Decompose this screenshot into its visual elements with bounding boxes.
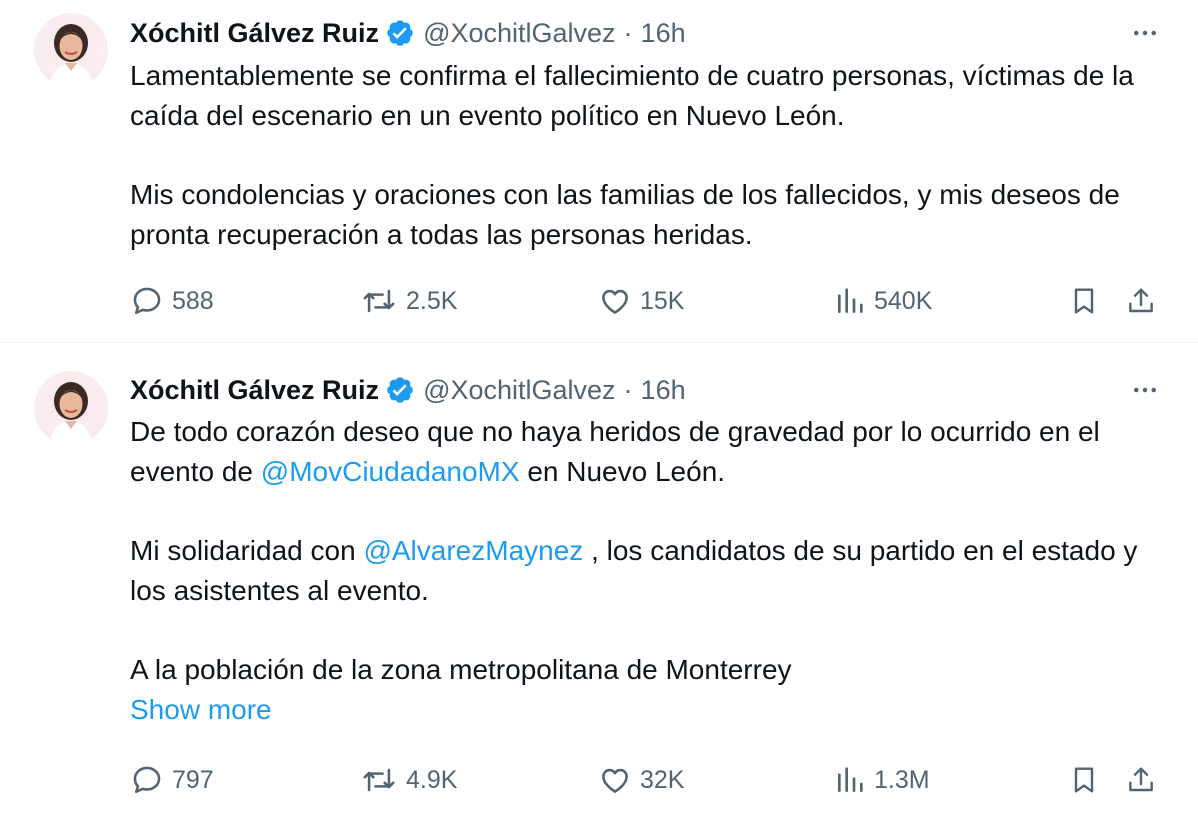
author-name[interactable]: Xóchitl Gálvez Ruiz	[130, 18, 379, 49]
tweet-timestamp[interactable]: 16h	[641, 375, 686, 406]
heart-icon	[598, 763, 632, 797]
views-button[interactable]: 1.3M	[834, 758, 930, 802]
tweet[interactable]: Xóchitl Gálvez Ruiz @XochitlGalvez · 16h…	[0, 0, 1198, 343]
like-button[interactable]: 15K	[598, 279, 684, 323]
tweet-header: Xóchitl Gálvez Ruiz @XochitlGalvez · 16h	[130, 13, 1198, 53]
mention-link[interactable]: @AlvarezMaynez	[363, 535, 583, 566]
tweet-text: Lamentablemente se confirma el fallecimi…	[130, 56, 1170, 255]
verified-badge-icon[interactable]	[385, 18, 415, 48]
bookmark-button[interactable]	[1068, 279, 1100, 323]
views-button[interactable]: 540K	[834, 279, 932, 323]
tweet-text: De todo corazón deseo que no haya herido…	[130, 412, 1170, 730]
show-more-link[interactable]: Show more	[130, 690, 1170, 730]
more-horizontal-icon[interactable]	[1128, 16, 1162, 50]
tweet-paragraph: Mis condolencias y oraciones con las fam…	[130, 179, 1120, 250]
tweet-actions: 797 4.9K 32K 1.3M	[130, 758, 1164, 802]
tweet-actions: 588 2.5K 15K 540K	[130, 279, 1164, 323]
author-name[interactable]: Xóchitl Gálvez Ruiz	[130, 375, 379, 406]
text-segment: en Nuevo León.	[519, 456, 726, 487]
reply-icon	[130, 284, 164, 318]
verified-badge-icon[interactable]	[385, 375, 415, 405]
author-handle[interactable]: @XochitlGalvez	[423, 18, 615, 49]
tweet-paragraph: Mi solidaridad con @AlvarezMaynez , los …	[130, 531, 1170, 611]
tweet[interactable]: Xóchitl Gálvez Ruiz @XochitlGalvez · 16h…	[0, 343, 1198, 822]
bookmark-icon	[1068, 284, 1100, 318]
author-avatar[interactable]	[34, 13, 108, 87]
repost-icon	[360, 284, 398, 318]
separator-dot: ·	[623, 374, 633, 405]
author-avatar[interactable]	[34, 371, 108, 445]
tweet-timestamp[interactable]: 16h	[641, 18, 686, 49]
share-button[interactable]	[1125, 279, 1157, 323]
mention-link[interactable]: @MovCiudadanoMX	[261, 456, 520, 487]
reply-button[interactable]: 588	[130, 279, 214, 323]
bookmark-icon	[1068, 763, 1100, 797]
text-segment: Mi solidaridad con	[130, 535, 364, 566]
share-button[interactable]	[1125, 758, 1157, 802]
tweet-paragraph: Lamentablemente se confirma el fallecimi…	[130, 60, 1134, 131]
repost-icon	[360, 763, 398, 797]
repost-count: 2.5K	[406, 286, 458, 315]
repost-button[interactable]: 2.5K	[360, 279, 457, 323]
bar-chart-icon	[834, 763, 866, 797]
reply-icon	[130, 763, 164, 797]
tweet-header: Xóchitl Gálvez Ruiz @XochitlGalvez · 16h	[130, 370, 1198, 410]
tweet-paragraph: A la población de la zona metropolitana …	[130, 650, 1170, 730]
bar-chart-icon	[834, 284, 866, 318]
like-button[interactable]: 32K	[598, 758, 684, 802]
separator-dot: ·	[623, 17, 633, 48]
views-count: 540K	[874, 286, 933, 315]
reply-count: 588	[172, 286, 214, 315]
author-handle[interactable]: @XochitlGalvez	[423, 375, 615, 406]
bookmark-button[interactable]	[1068, 758, 1100, 802]
like-count: 15K	[640, 286, 685, 315]
tweet-paragraph: De todo corazón deseo que no haya herido…	[130, 412, 1170, 492]
share-icon	[1125, 763, 1157, 797]
reply-count: 797	[172, 765, 214, 794]
repost-count: 4.9K	[406, 765, 458, 794]
more-horizontal-icon[interactable]	[1128, 373, 1162, 407]
views-count: 1.3M	[874, 765, 930, 794]
repost-button[interactable]: 4.9K	[360, 758, 457, 802]
reply-button[interactable]: 797	[130, 758, 214, 802]
heart-icon	[598, 284, 632, 318]
text-segment: A la población de la zona metropolitana …	[130, 654, 792, 685]
share-icon	[1125, 284, 1157, 318]
like-count: 32K	[640, 765, 685, 794]
